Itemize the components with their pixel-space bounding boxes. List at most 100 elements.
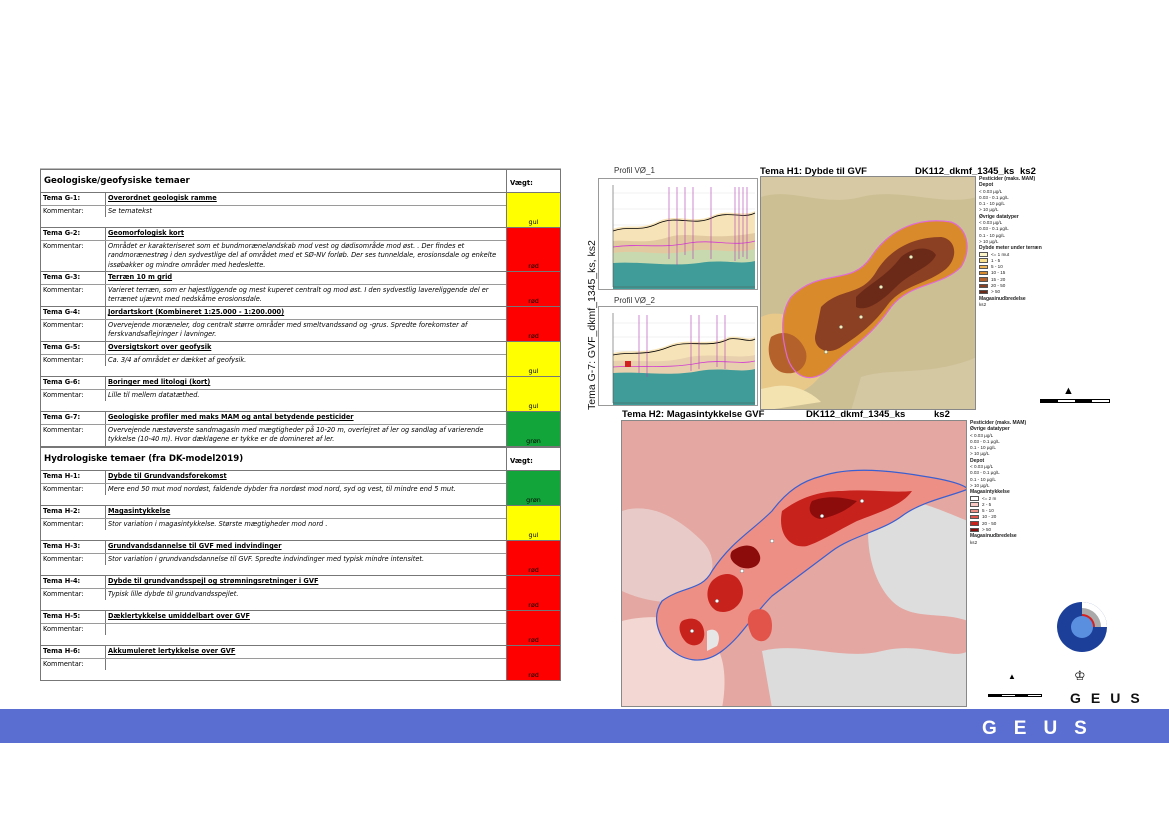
tema-name: Geologiske profiler med maks MAM og anta… bbox=[108, 413, 354, 421]
comment-label: Kommentar: bbox=[41, 623, 106, 635]
profile1-image bbox=[598, 178, 758, 290]
comment-text bbox=[108, 660, 504, 670]
tema-comment: Ca. 3/4 af området er dækket af geofysik… bbox=[106, 355, 506, 367]
tema-row: Tema H-3: Grundvandsdannelse til GVF med … bbox=[40, 541, 561, 576]
tema-name: Dybde til Grundvandsforekomst bbox=[108, 472, 227, 480]
tema-comment: Lille til mellem datatæthed. bbox=[106, 390, 506, 402]
legend-swatch bbox=[979, 258, 988, 263]
comment-label: Kommentar: bbox=[41, 205, 106, 217]
tema-row-lines: Tema G-5: Oversigtskort over geofysik Komm… bbox=[41, 342, 507, 376]
comment-text: randmorænestrøg i den sydvestlige del af… bbox=[108, 251, 497, 259]
comment-text: issøbakker og mindre områder med hedesle… bbox=[108, 260, 266, 269]
tema-comment-line: Kommentar: Området er karakteriseret som … bbox=[41, 240, 506, 272]
legend-swatch bbox=[979, 252, 988, 257]
tema-comment-line: Kommentar: Overvejende næstøverste sandma… bbox=[41, 424, 506, 446]
tema-row-lines: Tema G-3: Terræn 10 m grid Kommentar: Varie… bbox=[41, 272, 507, 306]
tema-row: Tema H-2: Magasintykkelse Kommentar: Stor v… bbox=[40, 506, 561, 541]
weight-cell: grøn bbox=[507, 471, 560, 505]
tema-row-lines: Tema H-3: Grundvandsdannelse til GVF med … bbox=[41, 541, 507, 575]
g7-vertical-title: Tema G-7: GVF_dkmf_1345_ks, ks2 bbox=[586, 240, 598, 410]
comment-text: Varieret terræn, som er højestliggende o… bbox=[108, 285, 489, 294]
comment-text: Overvejende næstøverste sandmagasin med … bbox=[108, 425, 484, 434]
north-arrow-icon: ▲ bbox=[1063, 385, 1074, 397]
slide: Geologiske/geofysiske temaer Vægt: Tema G-… bbox=[0, 0, 1169, 826]
weight-cell: rød bbox=[507, 611, 560, 645]
tema-code: Tema G-2: bbox=[41, 228, 106, 240]
profile2-image bbox=[598, 306, 758, 406]
tema-row-lines: Tema H-5: Dæklertykkelse umiddelbart over… bbox=[41, 611, 507, 645]
tema-row: Tema H-5: Dæklertykkelse umiddelbart over… bbox=[40, 611, 561, 646]
h2-magasin-id: ks2 bbox=[934, 409, 950, 420]
weight-cell: gul bbox=[507, 377, 560, 411]
tema-comment: Typisk lille dybde til grundvandsspejlet… bbox=[106, 589, 506, 601]
tema-title-line: Tema H-1: Dybde til Grundvandsforekomst bbox=[41, 471, 506, 484]
tema-comment bbox=[106, 624, 506, 636]
tema-row: Tema G-2: Geomorfologisk kort Kommentar: Om… bbox=[40, 228, 561, 272]
crown-icon: ♔ bbox=[1074, 668, 1086, 683]
tema-code: Tema H-4: bbox=[41, 576, 106, 588]
comment-label: Kommentar: bbox=[41, 483, 106, 495]
tema-comment: Området er karakteriseret som et bundmor… bbox=[106, 241, 506, 272]
tema-comment-line: Kommentar: Stor variation i grundvandsdan… bbox=[41, 553, 506, 566]
tema-code: Tema G-4: bbox=[41, 307, 106, 319]
comment-text: Overvejende moræneler, dog centralt stør… bbox=[108, 320, 468, 329]
tema-comment: Stor variation i grundvandsdannelse til … bbox=[106, 554, 506, 566]
legend-swatch bbox=[979, 264, 988, 270]
legend-swatch bbox=[979, 270, 988, 276]
comment-label: Kommentar: bbox=[41, 588, 106, 600]
tema-name: Jordartskort (Kombineret 1:25.000 - 1:20… bbox=[108, 308, 285, 316]
legend-swatch bbox=[970, 514, 979, 520]
weight-cell: rød bbox=[507, 646, 560, 680]
tema-comment-line: Kommentar: Lille til mellem datatæthed. bbox=[41, 389, 506, 402]
comment-text: tykkelse (10-40 m). Hvor dæklagene er ty… bbox=[108, 435, 335, 443]
legend-swatch bbox=[970, 508, 979, 514]
weight-cell: rød bbox=[507, 541, 560, 575]
tema-row-lines: Tema H-6: Akkumuleret lertykkelse over GV… bbox=[41, 646, 507, 680]
tema-row: Tema H-1: Dybde til Grundvandsforekomst Ko… bbox=[40, 471, 561, 506]
scale-bar-h2 bbox=[988, 694, 1042, 697]
tema-code: Tema G-1: bbox=[41, 193, 106, 205]
tema-code: Tema G-7: bbox=[41, 412, 106, 424]
tema-comment-line: Kommentar: Varieret terræn, som er højest… bbox=[41, 284, 506, 306]
legend-entry: ks2 bbox=[979, 301, 987, 307]
comment-label: Kommentar: bbox=[41, 518, 106, 530]
legend-swatch bbox=[979, 277, 988, 282]
comment-text: Ca. 3/4 af området er dækket af geofysik… bbox=[108, 355, 247, 364]
tema-comment-line: Kommentar: Mere end 50 mut mod nordøst, f… bbox=[41, 483, 506, 495]
tema-row-lines: Tema G-2: Geomorfologisk kort Kommentar: Om… bbox=[41, 228, 507, 271]
tema-name: Oversigtskort over geofysik bbox=[108, 343, 212, 351]
tema-row: Tema G-7: Geologiske profiler med maks MA… bbox=[40, 412, 561, 447]
section-header: Hydrologiske temaer (fra DK-model2019) Væ… bbox=[40, 447, 561, 471]
tema-comment-line: Kommentar: Ca. 3/4 af området er dækket a… bbox=[41, 354, 506, 367]
tema-name: Dybde til grundvandsspejl og strømningsr… bbox=[108, 577, 319, 585]
tema-code: Tema H-3: bbox=[41, 541, 106, 553]
comment-text: Stor variation i magasintykkelse. Størst… bbox=[108, 519, 328, 528]
tema-comment: Se tematekst bbox=[106, 206, 506, 218]
tema-comment: Overvejende moræneler, dog centralt stør… bbox=[106, 320, 506, 341]
tema-comment: Stor variation i magasintykkelse. Størst… bbox=[106, 519, 506, 531]
legend-swatch bbox=[970, 527, 979, 533]
tema-code: Tema H-2: bbox=[41, 506, 106, 518]
tema-name: Terræn 10 m grid bbox=[108, 273, 173, 281]
tema-title-line: Tema H-3: Grundvandsdannelse til GVF med … bbox=[41, 541, 506, 554]
comment-text: Lille til mellem datatæthed. bbox=[108, 390, 200, 399]
legend-swatch bbox=[979, 283, 988, 289]
tema-row: Tema H-6: Akkumuleret lertykkelse over GV… bbox=[40, 646, 561, 681]
tema-comment-line: Kommentar: Se tematekst bbox=[41, 205, 506, 218]
tema-code: Tema G-6: bbox=[41, 377, 106, 389]
tema-code: Tema H-6: bbox=[41, 646, 106, 658]
comment-label: Kommentar: bbox=[41, 389, 106, 401]
tema-row-lines: Tema G-1: Overordnet geologisk ramme Komme… bbox=[41, 193, 507, 227]
comment-label: Kommentar: bbox=[41, 284, 106, 306]
section-header: Geologiske/geofysiske temaer Vægt: bbox=[40, 169, 561, 193]
geus-wordmark: GEUS bbox=[1070, 690, 1150, 706]
tema-row-lines: Tema H-2: Magasintykkelse Kommentar: Stor v… bbox=[41, 506, 507, 540]
tema-row: Tema G-4: Jordartskort (Kombineret 1:25.0… bbox=[40, 307, 561, 342]
weight-cell: gul bbox=[507, 506, 560, 540]
tema-comment-line: Kommentar: Stor variation i magasintykkel… bbox=[41, 518, 506, 531]
tema-title-line: Tema H-6: Akkumuleret lertykkelse over GV… bbox=[41, 646, 506, 659]
assessment-table: Geologiske/geofysiske temaer Vægt: Tema G-… bbox=[40, 168, 561, 681]
weight-cell: rød bbox=[507, 576, 560, 610]
section-title: Hydrologiske temaer (fra DK-model2019) bbox=[41, 448, 507, 470]
tema-title-line: Tema G-1: Overordnet geologisk ramme bbox=[41, 193, 506, 206]
